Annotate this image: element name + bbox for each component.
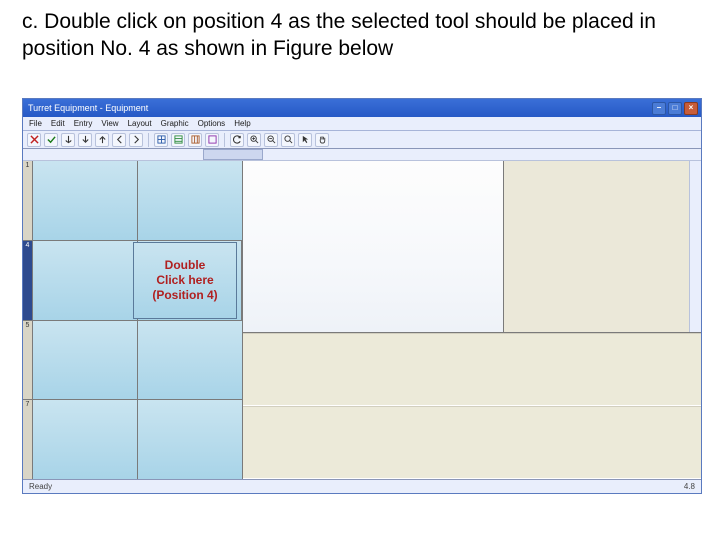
status-left: Ready	[29, 482, 52, 491]
anchor-icon[interactable]	[61, 133, 75, 147]
grid3-icon[interactable]	[188, 133, 202, 147]
position-row-4[interactable]: 4 Double Click here (Position 4)	[23, 241, 242, 321]
menu-options[interactable]: Options	[198, 119, 226, 128]
side-panel	[504, 161, 701, 332]
info-row	[243, 333, 701, 406]
grid-cell[interactable]	[33, 161, 138, 240]
vertical-scrollbar[interactable]	[689, 161, 701, 332]
left-icon[interactable]	[112, 133, 126, 147]
minimize-button[interactable]: –	[652, 102, 666, 115]
menubar: File Edit Entry View Layout Graphic Opti…	[23, 117, 701, 131]
status-right: 4.8	[684, 482, 695, 491]
row-number: 5	[23, 321, 33, 400]
instruction-callout: Double Click here (Position 4)	[133, 242, 237, 319]
titlebar: Turret Equipment - Equipment – □ ×	[23, 99, 701, 117]
position-row-5[interactable]: 5	[23, 321, 242, 401]
fit-icon[interactable]	[281, 133, 295, 147]
menu-file[interactable]: File	[29, 119, 42, 128]
right-icon[interactable]	[129, 133, 143, 147]
app-screenshot: Turret Equipment - Equipment – □ × File …	[22, 98, 702, 494]
instruction-text: c. Double click on position 4 as the sel…	[0, 0, 720, 73]
grid-cell[interactable]	[138, 321, 242, 400]
zoom-out-icon[interactable]	[264, 133, 278, 147]
grid-cell[interactable]	[33, 241, 138, 320]
grid-cell[interactable]	[33, 321, 138, 400]
callout-text: Double Click here (Position 4)	[150, 256, 219, 305]
menu-edit[interactable]: Edit	[51, 119, 65, 128]
callout-line: (Position 4)	[152, 288, 217, 302]
app-window: Turret Equipment - Equipment – □ × File …	[22, 98, 702, 494]
menu-entry[interactable]: Entry	[74, 119, 93, 128]
down-arrow-icon[interactable]	[78, 133, 92, 147]
minimize-icon: –	[657, 104, 661, 112]
maximize-icon: □	[673, 104, 678, 112]
menu-view[interactable]: View	[101, 119, 118, 128]
window-title: Turret Equipment - Equipment	[26, 103, 148, 113]
close-window-button[interactable]: ×	[684, 102, 698, 115]
close-icon[interactable]	[27, 133, 41, 147]
workspace: 1 4 Double Click here (Position 4)	[23, 161, 701, 479]
check-icon[interactable]	[44, 133, 58, 147]
maximize-button[interactable]: □	[668, 102, 682, 115]
horizontal-scrollbar[interactable]	[23, 149, 701, 161]
canvas-area	[243, 161, 701, 333]
statusbar: Ready 4.8	[23, 479, 701, 493]
toolbar	[23, 131, 701, 149]
page: c. Double click on position 4 as the sel…	[0, 0, 720, 540]
close-icon: ×	[689, 104, 694, 112]
refresh-icon[interactable]	[230, 133, 244, 147]
info-row	[243, 406, 701, 479]
drawing-canvas[interactable]	[243, 161, 504, 332]
row-number: 4	[23, 241, 33, 320]
menu-help[interactable]: Help	[234, 119, 250, 128]
menu-graphic[interactable]: Graphic	[161, 119, 189, 128]
grid-cell[interactable]	[138, 161, 242, 240]
row-number: 1	[23, 161, 33, 240]
callout-line: Double	[165, 258, 206, 272]
zoom-in-icon[interactable]	[247, 133, 261, 147]
grid1-icon[interactable]	[154, 133, 168, 147]
toolbar-separator	[224, 133, 225, 147]
menu-layout[interactable]: Layout	[128, 119, 152, 128]
row-number: 7	[23, 400, 33, 479]
grid-cell[interactable]	[138, 400, 242, 479]
callout-line: Click here	[156, 273, 213, 287]
info-rows	[243, 333, 701, 479]
position-row-1[interactable]: 1	[23, 161, 242, 241]
grid2-icon[interactable]	[171, 133, 185, 147]
hand-icon[interactable]	[315, 133, 329, 147]
position-grid: 1 4 Double Click here (Position 4)	[23, 161, 243, 479]
toolbar-separator	[148, 133, 149, 147]
select-icon[interactable]	[298, 133, 312, 147]
scroll-thumb[interactable]	[203, 149, 263, 160]
grid-cell[interactable]	[33, 400, 138, 479]
scroll-track	[23, 149, 701, 160]
grid4-icon[interactable]	[205, 133, 219, 147]
window-controls: – □ ×	[652, 102, 698, 115]
position-row-7[interactable]: 7	[23, 400, 242, 479]
right-pane	[243, 161, 701, 479]
up-arrow-icon[interactable]	[95, 133, 109, 147]
